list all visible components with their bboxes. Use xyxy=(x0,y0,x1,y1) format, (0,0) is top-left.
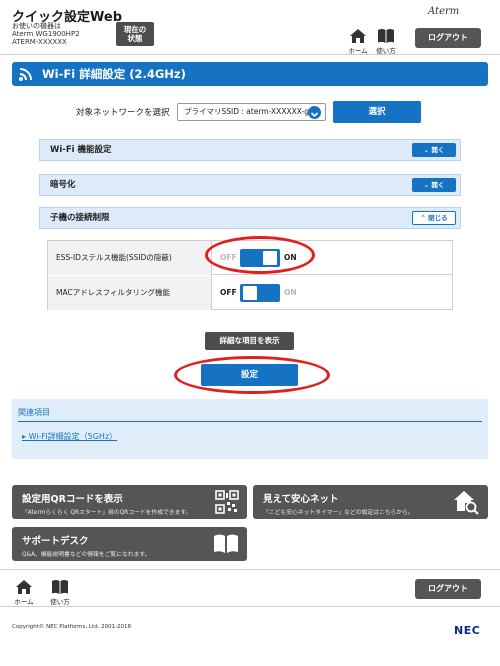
toggle-knob xyxy=(243,286,257,300)
card-desc: 「こども安心ネットタイマー」などの設定はこちらから。 xyxy=(263,510,414,516)
support-desk-card[interactable]: サポートデスク Q&A、機能説明書などの情報をご覧になれます。 xyxy=(12,527,247,561)
device-model: Aterm WG1900HP2 xyxy=(12,30,80,38)
footer-howto-label: 使い方 xyxy=(50,598,70,606)
header-divider xyxy=(0,54,500,55)
card-desc: Q&A、機能説明書などの情報をご覧になれます。 xyxy=(22,552,151,558)
current-status-button[interactable]: 現在の 状態 xyxy=(116,22,154,46)
home-search-icon xyxy=(454,491,479,515)
toggle-on-label: ON xyxy=(284,288,297,297)
accordion-client-restriction[interactable]: 子機の接続制限 ⌃ 閉じる xyxy=(39,207,461,229)
section-title: Wi-Fi 詳細設定 (2.4GHz) xyxy=(12,62,488,86)
book-icon xyxy=(52,580,68,594)
table-row-mac-filter: MACアドレスフィルタリング機能 OFF ON xyxy=(48,276,452,310)
nec-logo: NEC xyxy=(454,624,481,637)
home-icon xyxy=(350,29,366,43)
related-title: 関連項目 xyxy=(18,408,50,417)
logout-button[interactable]: ログアウト xyxy=(415,28,481,48)
related-items-panel: 関連項目 ▸ Wi-Fi詳細設定（5GHz） xyxy=(12,399,488,459)
highlight-ring-stealth xyxy=(205,236,315,274)
qr-code-icon xyxy=(215,490,239,514)
accordion-label: 子機の接続制限 xyxy=(50,213,110,223)
card-title: 設定用QRコードを表示 xyxy=(22,494,123,505)
wifi-icon xyxy=(19,68,32,81)
footer-howto-nav[interactable]: 使い方 xyxy=(48,579,72,606)
close-button-label: 閉じる xyxy=(428,214,448,222)
book-icon xyxy=(214,534,238,553)
device-caption: お使いの機器は xyxy=(12,22,61,30)
book-icon xyxy=(378,29,394,43)
open-button[interactable]: ⌄ 開く xyxy=(412,143,456,157)
home-icon xyxy=(16,580,32,594)
aterm-logo: Aterm xyxy=(428,6,460,17)
footer-home-nav[interactable]: ホーム xyxy=(12,579,36,606)
howto-nav[interactable]: 使い方 xyxy=(374,28,398,55)
chevron-down-icon[interactable] xyxy=(308,106,321,119)
accordion-encryption[interactable]: 暗号化 ⌄ 開く xyxy=(39,174,461,196)
chevron-down-icon: ⌄ xyxy=(423,146,430,154)
row-label: ESS-IDステルス機能(SSIDの隠蔽) xyxy=(48,241,212,275)
close-button[interactable]: ⌃ 閉じる xyxy=(412,211,456,225)
chevron-up-icon: ⌃ xyxy=(420,214,426,222)
copyright: Copyright© NEC Platforms, Ltd. 2001-2018 xyxy=(12,624,132,630)
device-name: ATERM-XXXXXX xyxy=(12,38,67,46)
row-label: MACアドレスフィルタリング機能 xyxy=(48,276,212,310)
toggle-off-label: OFF xyxy=(220,288,237,297)
qr-code-card[interactable]: 設定用QRコードを表示 「Atermらくらく QRスタート」用のQRコードを作成… xyxy=(12,485,247,519)
mieteanshin-card[interactable]: 見えて安心ネット 「こども安心ネットタイマー」などの設定はこちらから。 xyxy=(253,485,488,519)
footer-logout-button[interactable]: ログアウト xyxy=(415,579,481,599)
related-link-label: Wi-Fi詳細設定（5GHz） xyxy=(28,432,118,441)
show-details-button[interactable]: 詳細な項目を表示 xyxy=(205,332,294,350)
related-link-wifi-5ghz[interactable]: ▸ Wi-Fi詳細設定（5GHz） xyxy=(22,431,117,442)
accordion-label: Wi-Fi 機能設定 xyxy=(50,145,112,155)
card-desc: 「Atermらくらく QRスタート」用のQRコードを作成できます。 xyxy=(22,510,192,516)
open-button-label: 開く xyxy=(431,181,445,189)
network-select-label: 対象ネットワークを選択 xyxy=(76,108,170,118)
status-button-line2: 状態 xyxy=(127,34,143,43)
home-nav[interactable]: ホーム xyxy=(346,28,370,55)
footer-home-label: ホーム xyxy=(14,598,34,606)
accordion-wifi-function[interactable]: Wi-Fi 機能設定 ⌄ 開く xyxy=(39,139,461,161)
open-button-label: 開く xyxy=(431,146,445,154)
card-title: サポートデスク xyxy=(22,536,89,547)
related-divider xyxy=(18,421,482,422)
highlight-ring-submit xyxy=(174,356,330,394)
select-network-button[interactable]: 選択 xyxy=(333,101,421,123)
card-title: 見えて安心ネット xyxy=(263,494,339,505)
status-button-line1: 現在の xyxy=(123,25,147,34)
network-select-dropdown[interactable]: プライマリSSID : aterm-XXXXXX-g xyxy=(177,103,326,121)
accordion-label: 暗号化 xyxy=(50,180,76,190)
footer-divider xyxy=(0,569,500,570)
chevron-down-icon: ⌄ xyxy=(423,181,430,189)
footer-divider-bottom xyxy=(0,606,500,607)
mac-filter-toggle[interactable] xyxy=(240,284,280,302)
open-button[interactable]: ⌄ 開く xyxy=(412,178,456,192)
